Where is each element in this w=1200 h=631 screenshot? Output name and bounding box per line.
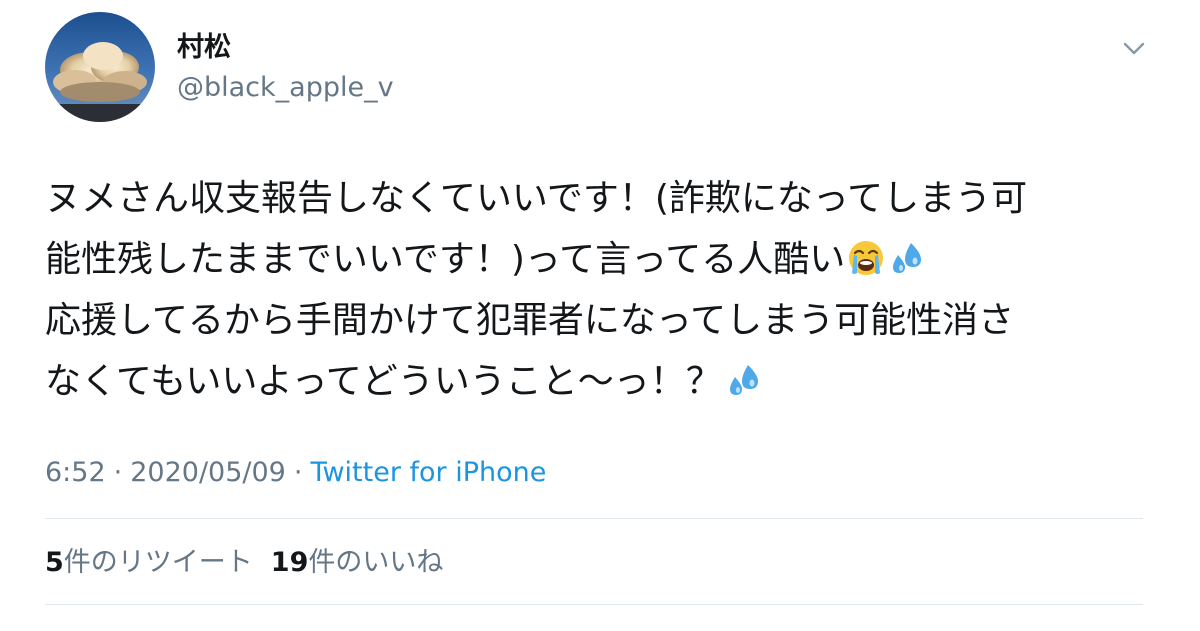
user-handle[interactable]: @black_apple_v (177, 70, 394, 106)
retweets-stat[interactable]: 5件のリツイート (45, 547, 253, 578)
likes-stat[interactable]: 19件のいいね (271, 547, 444, 578)
meta-separator: · (293, 457, 303, 488)
tweet-line: なくてもいいよってどういうこと〜っ！？ (45, 351, 1155, 412)
tweet-meta: 6:52 · 2020/05/09 · Twitter for iPhone (45, 455, 546, 491)
likes-label: 件のいいね (308, 547, 444, 578)
sweat-droplets-icon (724, 357, 762, 418)
tweet-line: 能性残したままでいいです！)って言ってる人酷い (45, 229, 1155, 290)
sweat-droplets-icon (887, 235, 925, 296)
chevron-down-icon[interactable] (1121, 37, 1147, 59)
meta-separator: · (113, 457, 123, 488)
tweet-text: ヌメさん収支報告しなくていいです！(詐欺になってしまう可 能性残したままでいいで… (45, 168, 1155, 412)
source-link[interactable]: Twitter for iPhone (310, 457, 546, 488)
avatar-image (45, 12, 155, 122)
tweet-stats: 5件のリツイート 19件のいいね (45, 545, 443, 581)
likes-count: 19 (270, 547, 309, 578)
tweet-line: 応援してるから手間かけて犯罪者になってしまう可能性消さ (45, 300, 1015, 341)
retweets-label: 件のリツイート (63, 547, 253, 578)
retweets-count: 5 (45, 547, 64, 578)
tweet-time[interactable]: 6:52 (45, 457, 106, 488)
display-name[interactable]: 村松 (177, 30, 231, 66)
tweet-date[interactable]: 2020/05/09 (130, 457, 286, 488)
avatar[interactable] (45, 12, 155, 122)
loudly-crying-face-icon (847, 235, 885, 296)
divider (45, 604, 1143, 605)
divider (45, 518, 1143, 519)
tweet-line: ヌメさん収支報告しなくていいです！(詐欺になってしまう可 (45, 178, 1028, 219)
